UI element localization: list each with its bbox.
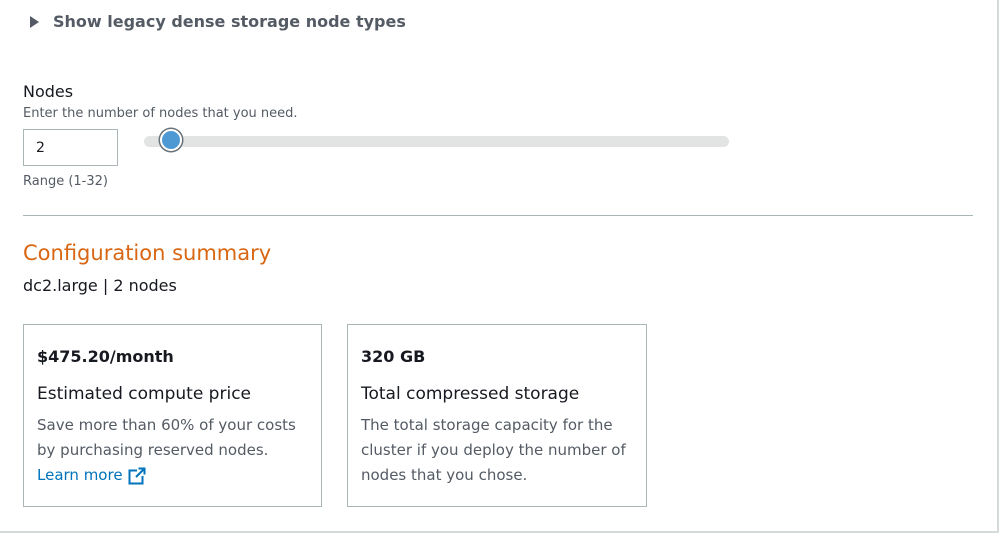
price-value: $475.20/month [37,347,174,366]
storage-card: 320 GB Total compressed storage The tota… [347,324,647,507]
configuration-summary-title: Configuration summary [23,241,272,265]
price-description: Save more than 60% of your costs by purc… [37,416,296,459]
external-link-icon [128,466,146,484]
storage-heading: Total compressed storage [361,384,580,404]
nodes-slider-thumb[interactable] [160,129,182,151]
nodes-description: Enter the number of nodes that you need. [23,106,298,121]
learn-more-label: Learn more [37,466,123,484]
cluster-configuration-panel: Show legacy dense storage node types Nod… [0,0,999,533]
storage-body: The total storage capacity for the clust… [361,416,626,484]
nodes-label: Nodes [23,82,74,101]
nodes-range-note: Range (1-32) [23,174,108,189]
nodes-input[interactable] [23,129,118,166]
section-divider [23,215,973,216]
price-body: Save more than 60% of your costs by purc… [37,413,317,488]
price-heading: Estimated compute price [37,384,251,404]
nodes-slider-track[interactable] [144,136,729,147]
legacy-node-types-toggle[interactable]: Show legacy dense storage node types [30,12,406,31]
learn-more-link[interactable]: Learn more [37,463,146,488]
legacy-toggle-label: Show legacy dense storage node types [53,12,406,31]
configuration-summary-subtitle: dc2.large | 2 nodes [23,276,177,295]
storage-value: 320 GB [361,347,426,366]
estimated-price-card: $475.20/month Estimated compute price Sa… [23,324,322,507]
caret-right-icon [30,16,39,28]
